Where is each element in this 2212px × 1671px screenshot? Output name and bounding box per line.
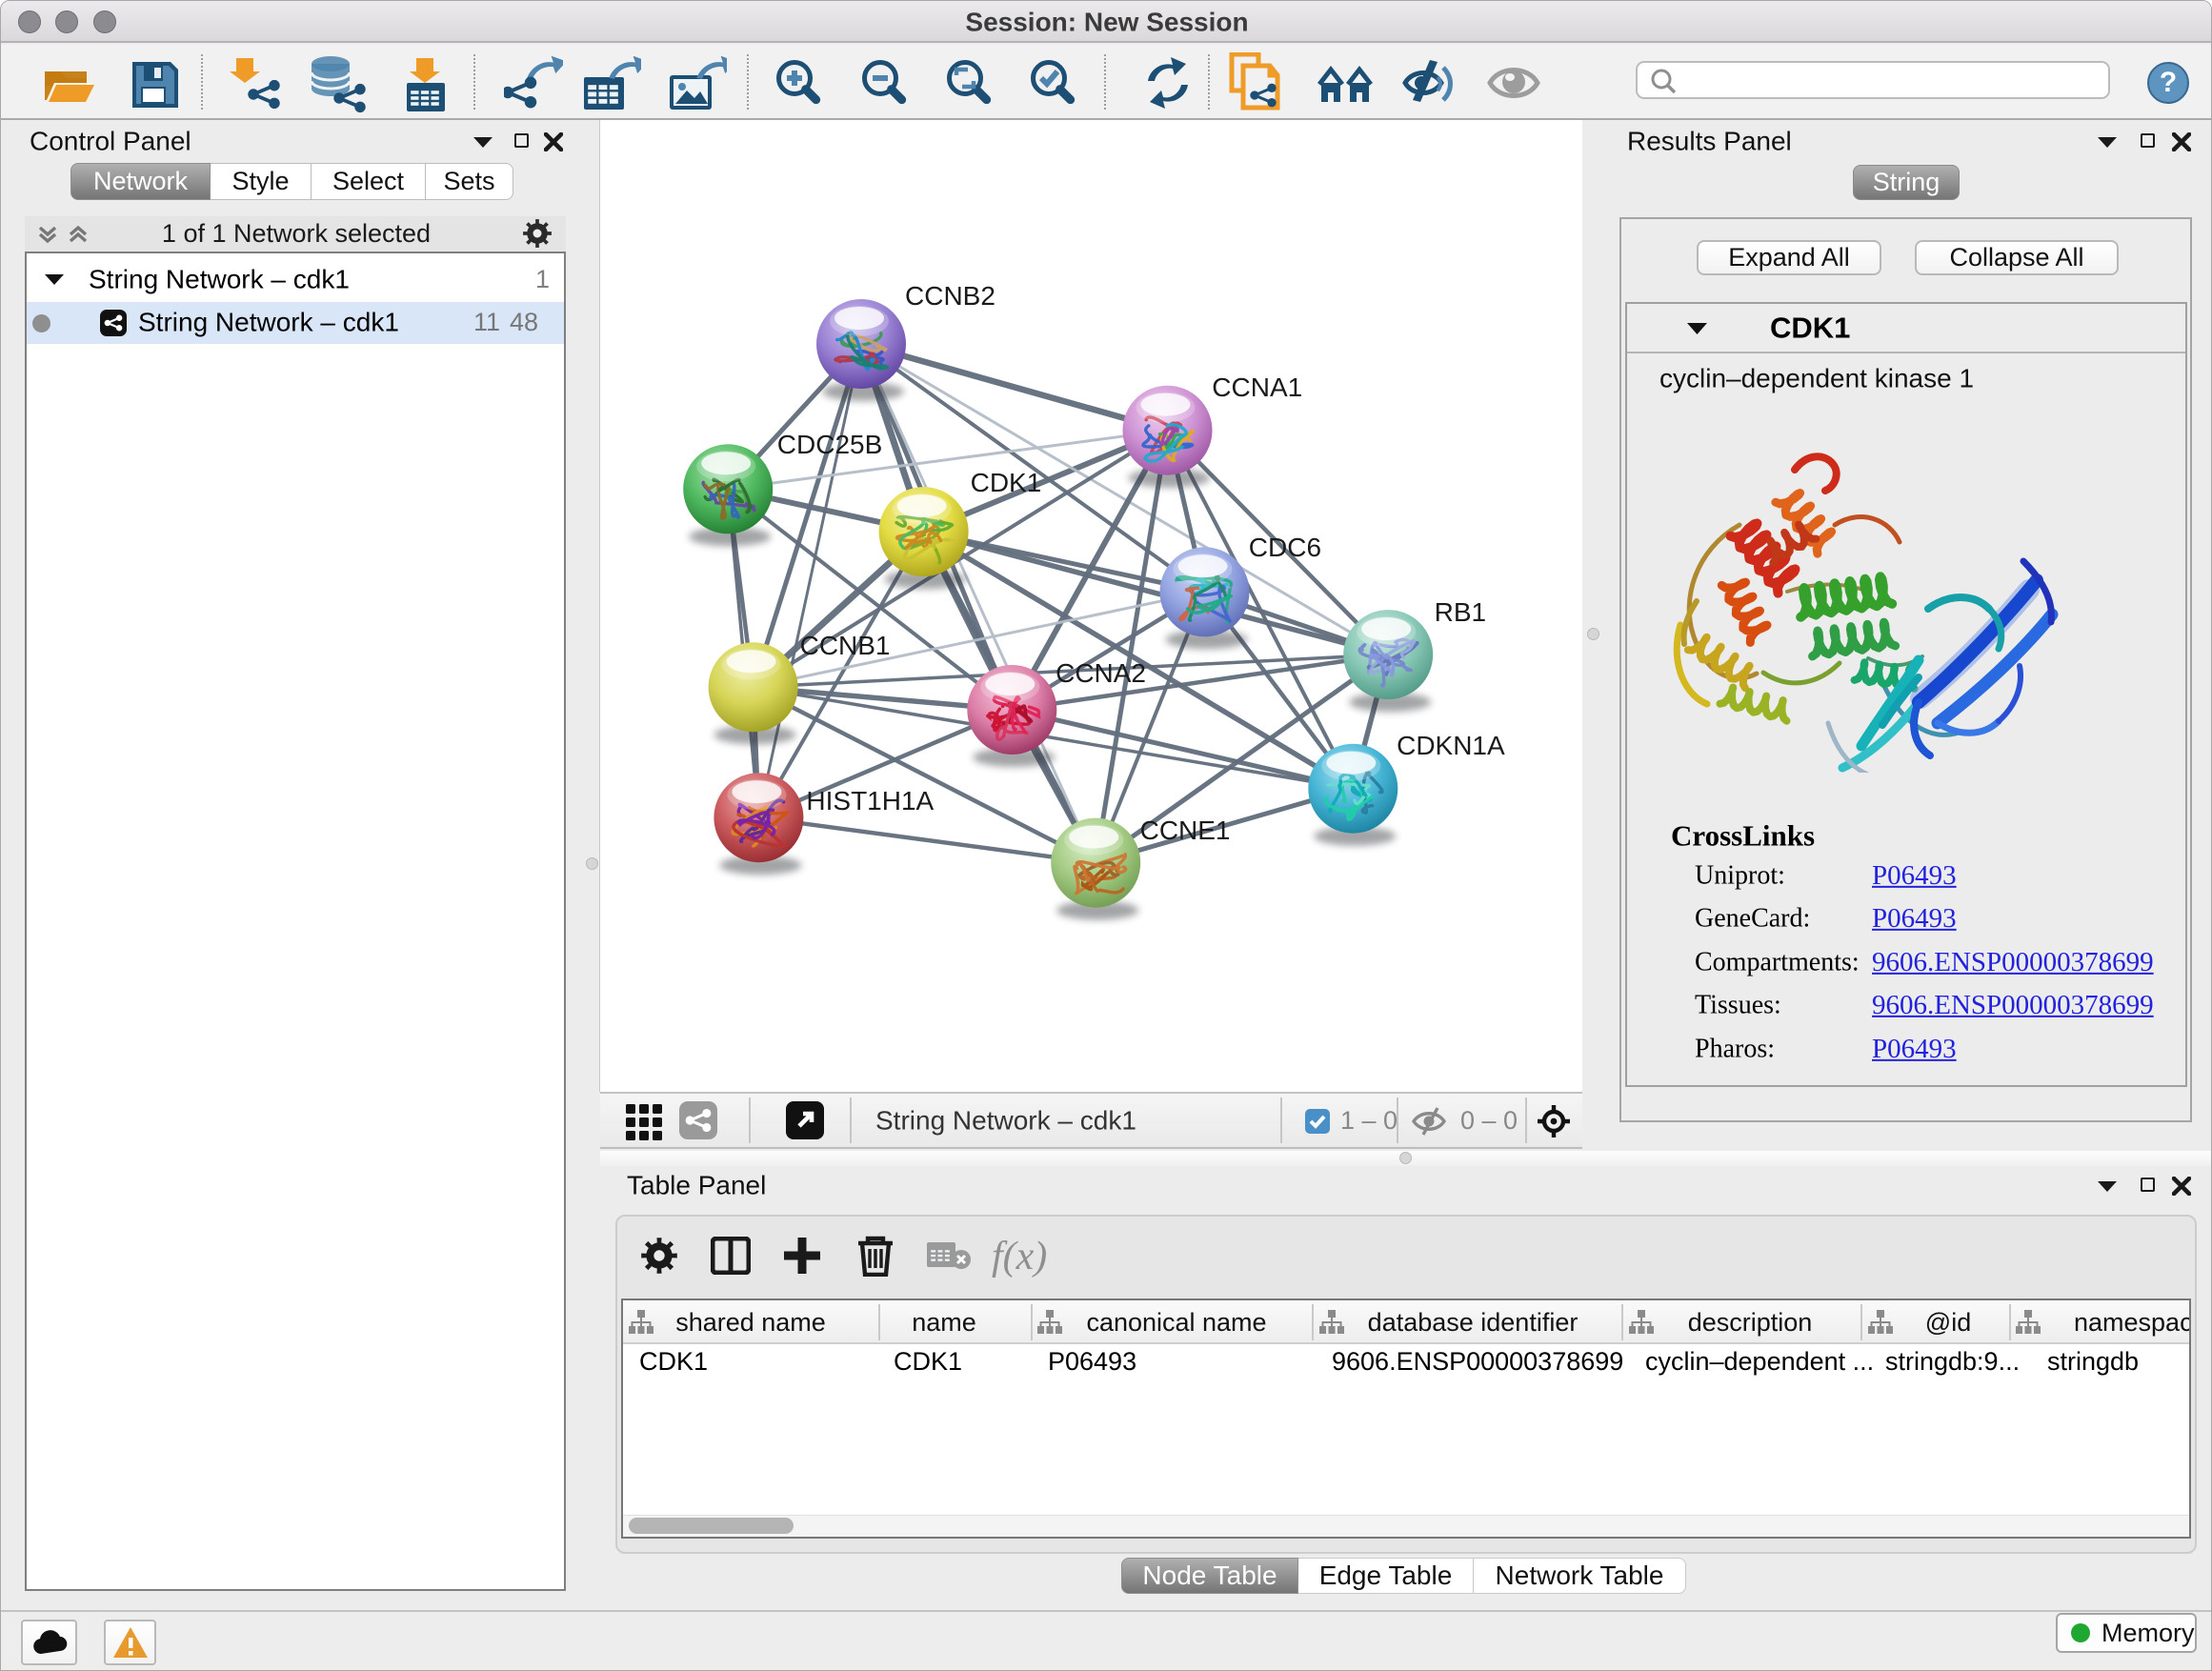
- svg-text:CCNA2: CCNA2: [1056, 658, 1146, 688]
- svg-text:?: ?: [2160, 67, 2177, 98]
- svg-text:CCNB1: CCNB1: [800, 631, 891, 660]
- svg-text:CDC25B: CDC25B: [777, 430, 882, 459]
- svg-text:CDK1: CDK1: [971, 468, 1042, 497]
- svg-text:HIST1H1A: HIST1H1A: [806, 786, 934, 815]
- svg-text:CCNB2: CCNB2: [905, 281, 995, 311]
- svg-text:CCNE1: CCNE1: [1140, 815, 1231, 845]
- svg-text:CDKN1A: CDKN1A: [1397, 731, 1505, 760]
- svg-text:CDC6: CDC6: [1249, 533, 1321, 562]
- svg-text:RB1: RB1: [1435, 597, 1486, 627]
- svg-text:CCNA1: CCNA1: [1212, 372, 1302, 402]
